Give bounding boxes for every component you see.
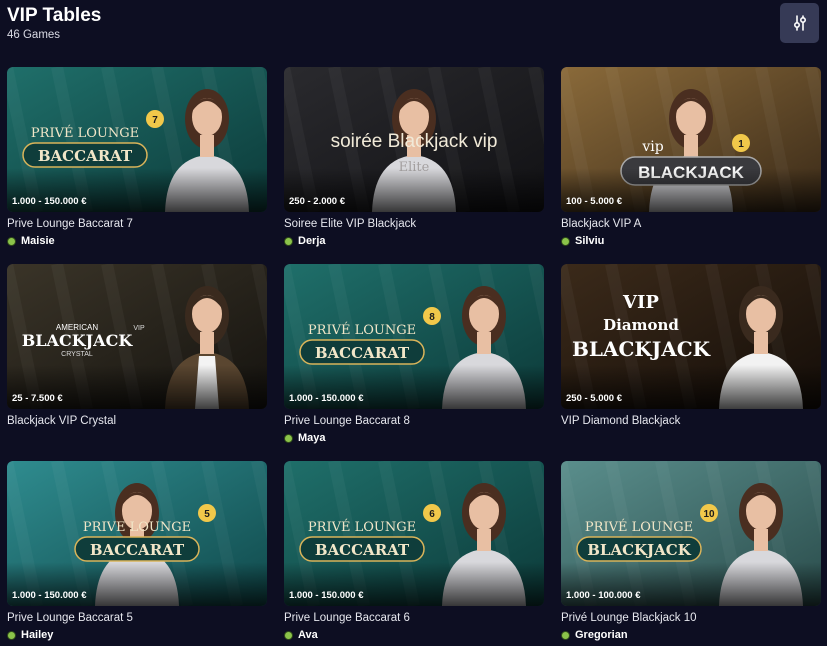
online-status-icon: [561, 236, 570, 246]
game-card[interactable]: PRIVÉ LOUNGE BACCARAT 6 1.000 - 150.000 € Pr…: [284, 461, 544, 646]
thumbnail-art: AMERICANBLACKJACKCRYSTALVIP: [7, 264, 267, 409]
thumbnail-art: VIP Diamond BLACKJACK: [561, 264, 821, 409]
table-number: 10: [703, 509, 715, 520]
logo-main-text: BACCARAT: [38, 147, 133, 165]
thumbnail-art: vip BLACKJACK 1: [561, 67, 821, 212]
game-card[interactable]: VIP Diamond BLACKJACK 250 - 5.000 € VIP Diam…: [561, 264, 821, 461]
game-card[interactable]: PRIVÉ LOUNGE BLACKJACK 10 1.000 - 100.000 €…: [561, 461, 821, 646]
game-name[interactable]: Privé Lounge Blackjack 10: [561, 611, 821, 625]
dealer-info: Gregorian: [561, 628, 821, 642]
online-status-icon: [7, 236, 16, 246]
dealer-name: Maya: [298, 432, 326, 444]
thumbnail-art: PRIVÉ LOUNGE BACCARAT 8: [284, 264, 544, 409]
thumbnail-art: PRIVÉ LOUNGE BLACKJACK 10: [561, 461, 821, 606]
logo-main-text: BACCARAT: [315, 541, 410, 559]
dealer-info: Ava: [284, 628, 544, 642]
logo-top-text: PRIVÉ LOUNGE: [308, 519, 416, 535]
bet-limits: 25 - 7.500 €: [12, 393, 63, 404]
game-thumbnail[interactable]: PRIVÉ LOUNGE BACCARAT 6 1.000 - 150.000 €: [284, 461, 544, 606]
game-name[interactable]: Blackjack VIP Crystal: [7, 414, 267, 428]
games-grid: PRIVÉ LOUNGE BACCARAT 7 1.000 - 150.000 € Pr…: [7, 67, 821, 646]
games-count: 46 Games: [7, 29, 61, 41]
bet-limits: 1.000 - 150.000 €: [12, 196, 87, 207]
game-card[interactable]: vip BLACKJACK 1 100 - 5.000 € Blackjack VIP …: [561, 67, 821, 264]
bet-limits: 1.000 - 150.000 €: [12, 590, 87, 601]
page-title: VIP Tables: [7, 5, 102, 26]
logo-top-text: PRIVE LOUNGE: [83, 520, 191, 535]
vip-tables-page: VIP Tables 46 Games PRIVÉ LOUNGE BACCARAT…: [0, 0, 827, 646]
online-status-icon: [284, 236, 293, 246]
game-name[interactable]: Soiree Elite VIP Blackjack: [284, 217, 544, 231]
bet-limits: 1.000 - 150.000 €: [289, 393, 364, 404]
game-thumbnail[interactable]: PRIVÉ LOUNGE BACCARAT 8 1.000 - 150.000 €: [284, 264, 544, 409]
online-status-icon: [284, 433, 293, 443]
dealer-name: Hailey: [21, 629, 54, 641]
game-card[interactable]: PRIVE LOUNGE BACCARAT 5 1.000 - 150.000 € Pr…: [7, 461, 267, 646]
game-thumbnail[interactable]: soirée Blackjack vip Elite 250 - 2.000 €: [284, 67, 544, 212]
table-number: 6: [429, 509, 435, 520]
thumbnail-art: soirée Blackjack vip Elite: [284, 67, 544, 212]
game-name[interactable]: VIP Diamond Blackjack: [561, 414, 821, 428]
logo-top-text: PRIVÉ LOUNGE: [308, 322, 416, 338]
bet-limits: 250 - 5.000 €: [566, 393, 622, 404]
logo-main-text: BLACKJACK: [22, 331, 134, 350]
game-name[interactable]: Blackjack VIP A: [561, 217, 821, 231]
logo-top-text: vip: [641, 139, 663, 155]
bet-limits: 1.000 - 150.000 €: [289, 590, 364, 601]
game-thumbnail[interactable]: AMERICAN BLACKJACK CRYSTAL VIP 25 - 7.500 €: [7, 264, 267, 409]
logo-top-text: PRIVÉ LOUNGE: [31, 125, 139, 141]
bet-limits: 1.000 - 100.000 €: [566, 590, 641, 601]
table-number: 1: [738, 139, 744, 150]
game-thumbnail[interactable]: PRIVÉ LOUNGE BLACKJACK 10 1.000 - 100.000 €: [561, 461, 821, 606]
table-number: 5: [204, 509, 210, 520]
dealer-name: Gregorian: [575, 629, 628, 641]
dealer-info: Hailey: [7, 628, 267, 642]
game-card[interactable]: PRIVÉ LOUNGE BACCARAT 7 1.000 - 150.000 € Pr…: [7, 67, 267, 264]
game-name[interactable]: Prive Lounge Baccarat 6: [284, 611, 544, 625]
bet-limits: 250 - 2.000 €: [289, 196, 345, 207]
logo-top-text: VIP: [622, 292, 659, 313]
logo-sub-text: CRYSTAL: [61, 351, 93, 358]
logo-main-text: BACCARAT: [90, 541, 185, 559]
table-number: 7: [152, 115, 158, 126]
dealer-info: Maya: [284, 431, 544, 445]
game-name[interactable]: Prive Lounge Baccarat 7: [7, 217, 267, 231]
logo-main-text: BLACKJACK: [638, 163, 745, 182]
thumbnail-art: PRIVE LOUNGE BACCARAT 5: [7, 461, 267, 606]
table-number: 8: [429, 312, 435, 323]
game-card[interactable]: AMERICAN BLACKJACK CRYSTAL VIP 25 - 7.500 € B…: [7, 264, 267, 461]
game-thumbnail[interactable]: PRIVE LOUNGE BACCARAT 5 1.000 - 150.000 €: [7, 461, 267, 606]
game-card[interactable]: soirée Blackjack vip Elite 250 - 2.000 € So…: [284, 67, 544, 264]
dealer-info: Derja: [284, 234, 544, 248]
thumbnail-art: PRIVÉ LOUNGE BACCARAT 7: [7, 67, 267, 212]
logo-sub-text: BLACKJACK: [572, 337, 711, 361]
dealer-name: Derja: [298, 235, 326, 247]
logo-main-text: Diamond: [603, 316, 679, 334]
page-header: VIP Tables 46 Games: [7, 5, 101, 41]
sliders-icon: [793, 15, 806, 31]
game-thumbnail[interactable]: vip BLACKJACK 1 100 - 5.000 €: [561, 67, 821, 212]
logo-main-text: BACCARAT: [315, 344, 410, 362]
vip-badge: VIP: [133, 325, 145, 332]
game-name[interactable]: Prive Lounge Baccarat 5: [7, 611, 267, 625]
dealer-info: Maisie: [7, 234, 267, 248]
dealer-name: Maisie: [21, 235, 55, 247]
logo-top-text: PRIVÉ LOUNGE: [585, 519, 693, 535]
filter-button[interactable]: [780, 3, 819, 43]
game-card[interactable]: PRIVÉ LOUNGE BACCARAT 8 1.000 - 150.000 € Pr…: [284, 264, 544, 461]
dealer-info: Silviu: [561, 234, 821, 248]
logo-main-text: Elite: [399, 160, 430, 175]
logo-main-text: BLACKJACK: [587, 541, 692, 559]
logo-top-text: soirée Blackjack vip: [331, 131, 498, 152]
game-thumbnail[interactable]: VIP Diamond BLACKJACK 250 - 5.000 €: [561, 264, 821, 409]
online-status-icon: [7, 630, 16, 640]
thumbnail-art: PRIVÉ LOUNGE BACCARAT 6: [284, 461, 544, 606]
game-name[interactable]: Prive Lounge Baccarat 8: [284, 414, 544, 428]
online-status-icon: [561, 630, 570, 640]
bet-limits: 100 - 5.000 €: [566, 196, 622, 207]
dealer-name: Silviu: [575, 235, 605, 247]
game-thumbnail[interactable]: PRIVÉ LOUNGE BACCARAT 7 1.000 - 150.000 €: [7, 67, 267, 212]
online-status-icon: [284, 630, 293, 640]
dealer-name: Ava: [298, 629, 318, 641]
